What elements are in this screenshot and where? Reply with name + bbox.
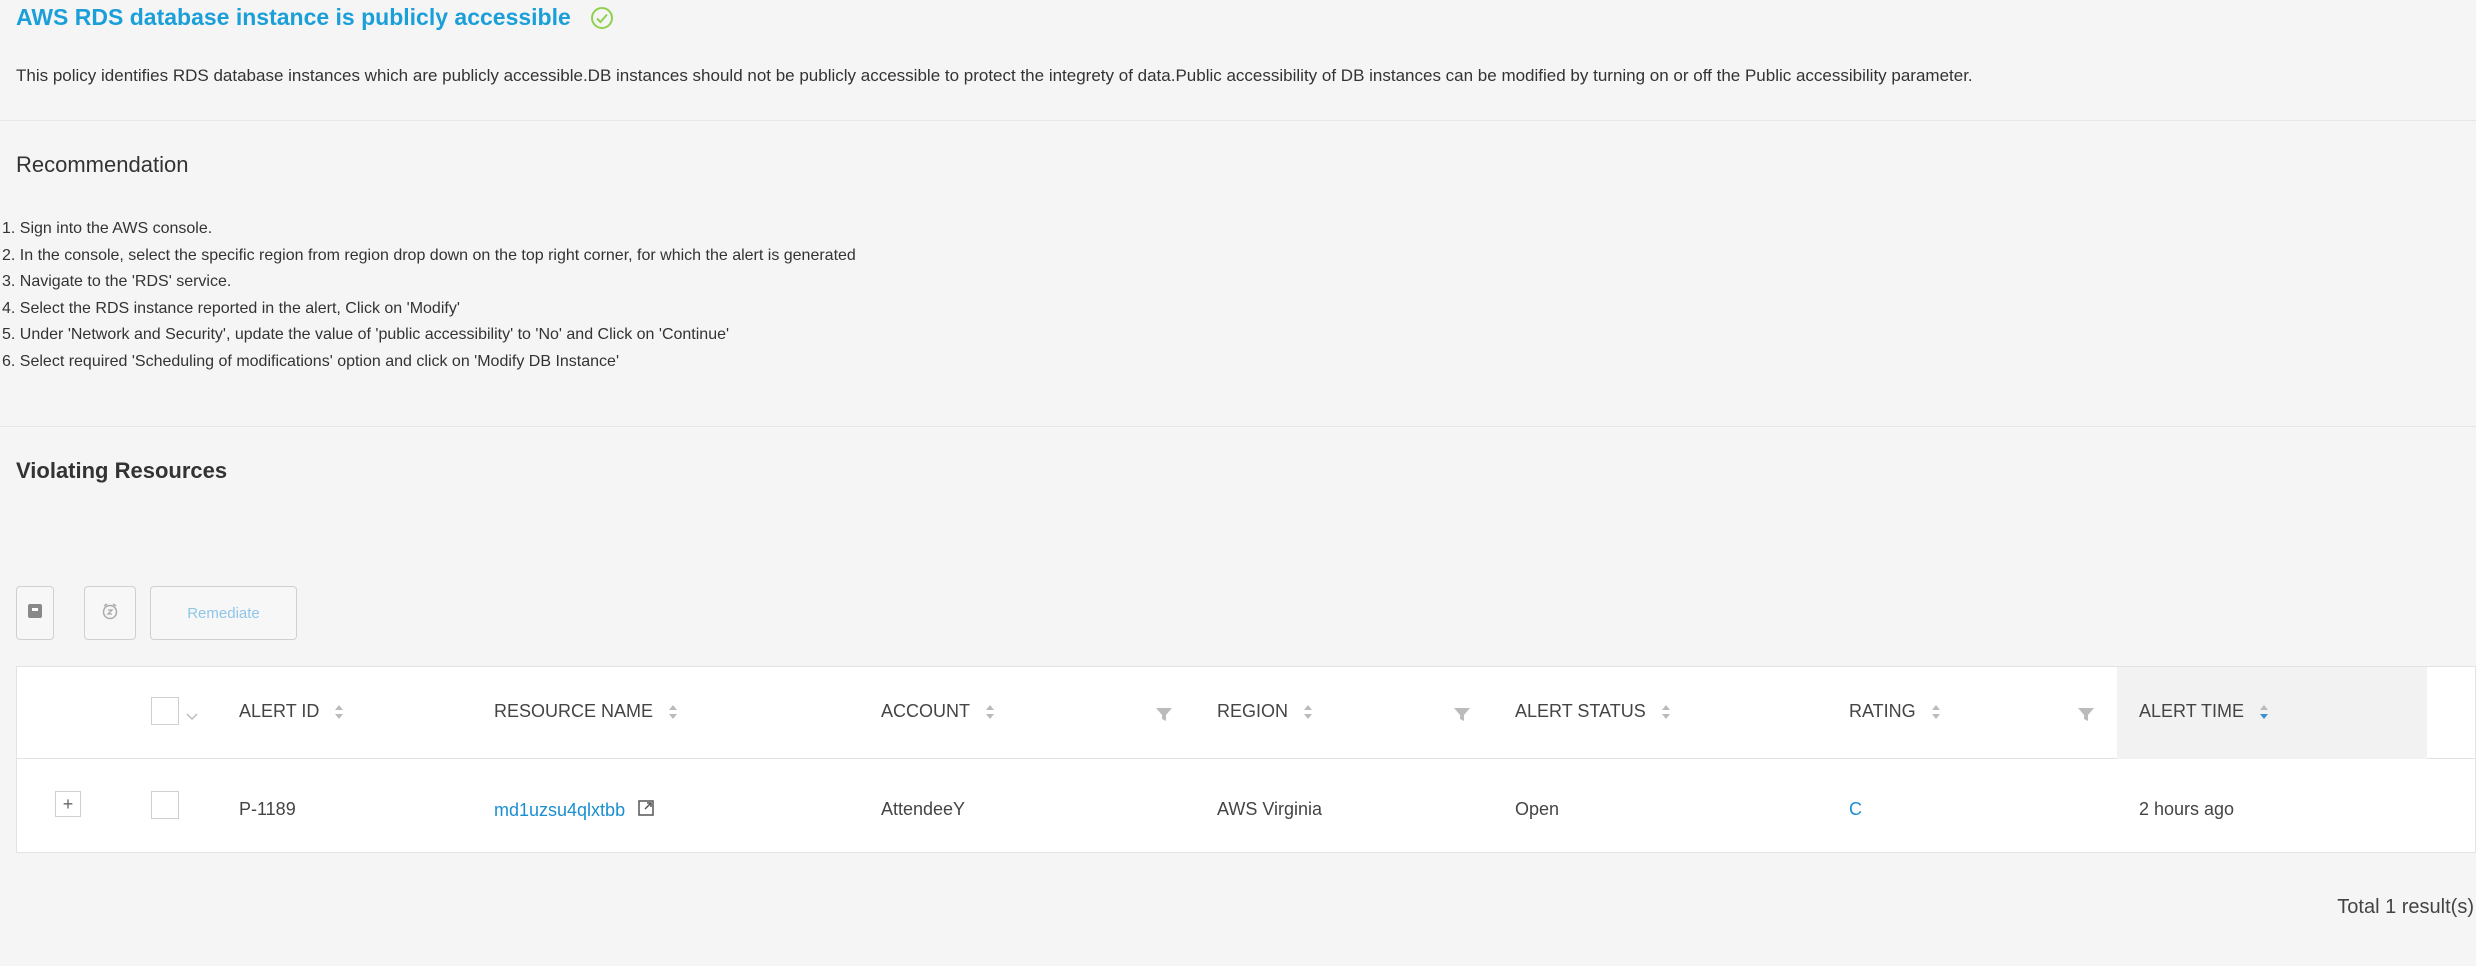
- total-results: Total 1 result(s): [2337, 896, 2474, 918]
- recommendation-step: 1. Sign into the AWS console.: [2, 220, 213, 237]
- cell-alert-status: Open: [1515, 799, 1560, 819]
- cell-rating[interactable]: C: [1849, 799, 1862, 820]
- check-circle-icon: [589, 5, 615, 31]
- column-label: ALERT TIME: [2139, 701, 2245, 721]
- external-link-icon[interactable]: [637, 799, 655, 822]
- sort-icon[interactable]: [1660, 703, 1672, 721]
- snooze-button[interactable]: [84, 586, 136, 640]
- select-all-checkbox[interactable]: [151, 697, 179, 725]
- filter-icon[interactable]: [1155, 707, 1173, 723]
- violating-resources-heading: Violating Resources: [16, 458, 228, 483]
- column-label: ACCOUNT: [881, 701, 970, 721]
- sort-icon[interactable]: [667, 703, 679, 721]
- archive-button[interactable]: [16, 586, 54, 640]
- sort-icon[interactable]: [2258, 703, 2270, 721]
- recommendation-step: 4. Select the RDS instance reported in t…: [2, 299, 460, 317]
- column-header-account[interactable]: ACCOUNT: [881, 701, 996, 722]
- cell-alert-time: 2 hours ago: [2139, 799, 2235, 819]
- expand-icon[interactable]: +: [55, 791, 81, 817]
- recommendation-step: 2. In the console, select the specific r…: [2, 246, 856, 264]
- sort-icon[interactable]: [984, 703, 996, 721]
- recommendation-step: 5. Under 'Network and Security', update …: [2, 326, 730, 343]
- cell-account: AttendeeY: [881, 799, 966, 819]
- resource-name-link[interactable]: md1uzsu4qlxtbb: [494, 800, 625, 821]
- policy-title-text: AWS RDS database instance is publicly ac…: [16, 4, 571, 30]
- column-header-region[interactable]: REGION: [1217, 701, 1314, 722]
- cell-resource-name[interactable]: md1uzsu4qlxtbb: [494, 799, 655, 822]
- sort-icon[interactable]: [1302, 703, 1314, 721]
- remediate-button[interactable]: Remediate: [150, 586, 297, 640]
- recommendation-steps: 1. Sign into the AWS console. 2. In the …: [0, 216, 856, 375]
- column-header-alert-id[interactable]: ALERT ID: [239, 701, 345, 722]
- column-label: RESOURCE NAME: [494, 701, 654, 721]
- column-label: REGION: [1217, 701, 1289, 721]
- sort-icon[interactable]: [1930, 703, 1942, 721]
- policy-title: AWS RDS database instance is publicly ac…: [16, 4, 615, 31]
- column-header-resource-name[interactable]: RESOURCE NAME: [494, 701, 679, 722]
- recommendation-heading: Recommendation: [16, 152, 189, 177]
- divider: [0, 120, 2476, 121]
- archive-icon: [26, 602, 44, 625]
- cell-region: AWS Virginia: [1217, 799, 1323, 819]
- filter-icon[interactable]: [1453, 707, 1471, 723]
- column-header-alert-time[interactable]: ALERT TIME: [2139, 701, 2270, 722]
- column-header-rating[interactable]: RATING: [1849, 701, 1942, 722]
- policy-description: This policy identifies RDS database inst…: [16, 66, 1973, 85]
- recommendation-step: 3. Navigate to the 'RDS' service.: [2, 273, 232, 290]
- filter-icon[interactable]: [2077, 707, 2095, 723]
- column-label: ALERT ID: [239, 701, 320, 721]
- recommendation-step: 6. Select required 'Scheduling of modifi…: [2, 352, 619, 370]
- table-header: ALERT ID RESOURCE NAME ACCOUNT REGION AL…: [17, 667, 2475, 759]
- divider: [0, 426, 2476, 427]
- row-checkbox[interactable]: [151, 791, 179, 819]
- violating-resources-table: ALERT ID RESOURCE NAME ACCOUNT REGION AL…: [16, 666, 2476, 853]
- cell-alert-id: P-1189: [239, 799, 296, 819]
- chevron-down-icon[interactable]: [185, 709, 199, 727]
- column-label: RATING: [1849, 701, 1916, 721]
- column-label: ALERT STATUS: [1515, 701, 1646, 721]
- snooze-icon: [100, 601, 120, 626]
- column-header-alert-status[interactable]: ALERT STATUS: [1515, 701, 1672, 722]
- sort-icon[interactable]: [333, 703, 345, 721]
